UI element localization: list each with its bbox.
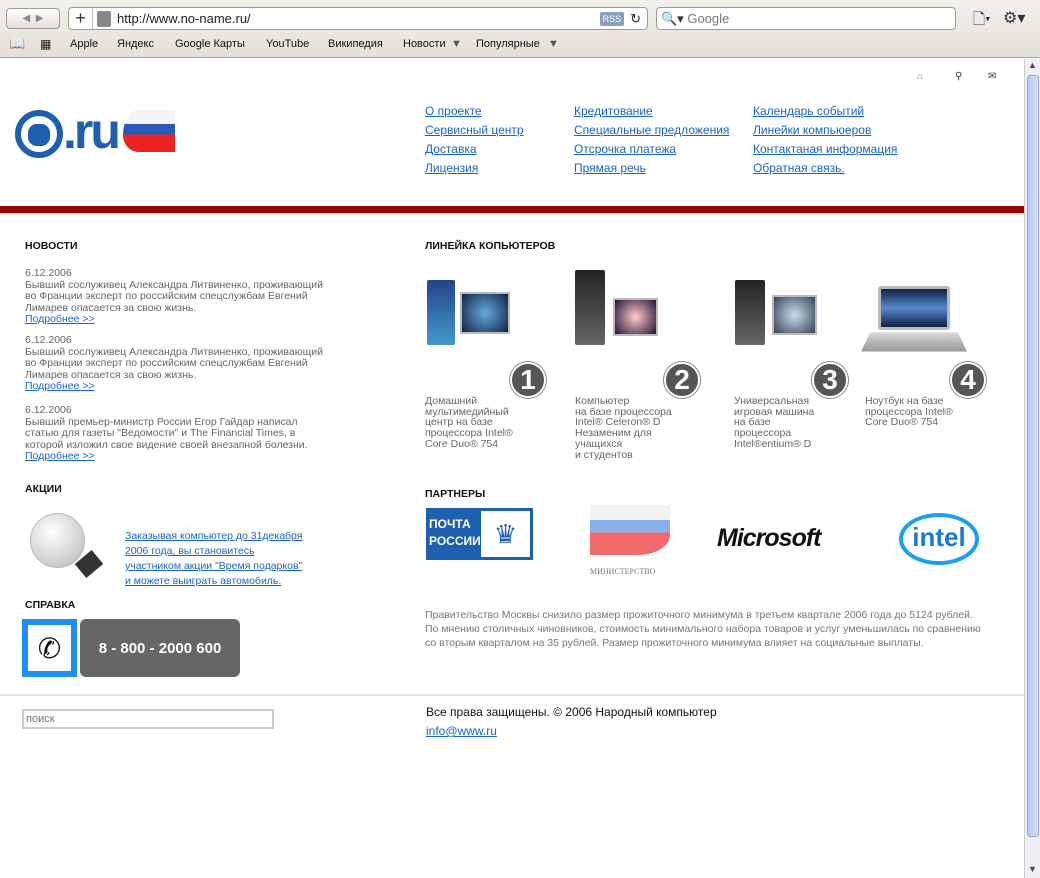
product-description: Ноутбук на базе процессора Intel® Core Duo…: [865, 395, 953, 429]
more-link[interactable]: Подробнее >>: [25, 313, 95, 325]
vertical-scrollbar[interactable]: ▲ ▼: [1024, 59, 1040, 878]
product-description: Компьютер на базе процессора Intel® Celero…: [575, 395, 672, 461]
product-number-badge: 2: [664, 362, 700, 398]
lightbulb-image: [30, 513, 85, 568]
chevron-down-icon: ▼: [451, 38, 462, 50]
nav-link[interactable]: Специальные предложения: [574, 123, 729, 137]
product-number-badge: 3: [812, 362, 848, 398]
scrollbar-thumb[interactable]: [1027, 75, 1039, 837]
nav-link[interactable]: Календарь событий: [753, 104, 864, 118]
nav-link[interactable]: Прямая речь: [574, 161, 646, 175]
nav-link[interactable]: Линейки компьюеров: [753, 123, 871, 137]
bookmark-wikipedia[interactable]: Википедия: [328, 38, 383, 50]
site-logo[interactable]: .ru: [15, 103, 175, 159]
add-bookmark-icon[interactable]: +: [69, 8, 93, 29]
phone-number: 8 - 800 - 2000 600: [80, 619, 240, 677]
product-description: Домашний мультимедийный центр на базе проце…: [425, 395, 513, 450]
product-number-badge: 4: [950, 362, 986, 398]
emblem-icon: [15, 110, 63, 158]
nav-link[interactable]: Сервисный центр: [425, 123, 524, 137]
nav-column-3: Календарь событий Линейки компьюеров Конта…: [753, 102, 897, 178]
nav-link[interactable]: Контактаная информация: [753, 142, 897, 156]
promo-text[interactable]: Заказывая компьютер до 31декабря 2006 го…: [125, 529, 310, 589]
grid-icon[interactable]: ▦: [40, 37, 51, 51]
mail-icon[interactable]: ✉: [988, 71, 996, 82]
partner-intel-logo[interactable]: intel: [899, 513, 979, 565]
search-icon[interactable]: ⚲: [955, 71, 962, 82]
chevron-down-icon: ▼: [548, 38, 559, 50]
news-item: 6.12.2006 Бывший премьер-министр России Е…: [25, 404, 308, 462]
flag-icon: [123, 110, 175, 152]
bookmark-news[interactable]: Новости: [403, 38, 446, 50]
laptop-image: [878, 286, 950, 330]
computer-image: [735, 280, 765, 345]
bookmark-yandex[interactable]: Яндекс: [117, 38, 154, 50]
reload-icon[interactable]: ↻: [630, 11, 641, 27]
bookmark-apple[interactable]: Apple: [70, 38, 98, 50]
partner-pochta-logo[interactable]: ПОЧТА РОССИИ ♛: [426, 508, 533, 560]
phone-icon: ✆: [22, 619, 77, 677]
nav-column-1: О проекте Сервисный центр Доставка Лицензия: [425, 102, 524, 178]
back-forward-buttons[interactable]: ◀ ▶: [6, 8, 60, 29]
page-menu-icon[interactable]: 🗋▾: [973, 9, 991, 34]
monitor: [613, 298, 658, 336]
search-input[interactable]: [22, 709, 274, 729]
more-link[interactable]: Подробнее >>: [25, 380, 95, 392]
monitor: [772, 295, 817, 335]
nav-column-2: Кредитование Специальные предложения Отсро…: [574, 102, 729, 178]
nav-link[interactable]: Кредитование: [574, 104, 653, 118]
bookmark-popular[interactable]: Популярные: [476, 38, 540, 50]
more-link[interactable]: Подробнее >>: [25, 450, 95, 462]
nav-link[interactable]: Обратная связь.: [753, 161, 845, 175]
search-field[interactable]: 🔍▾ Google: [656, 7, 956, 30]
bookmark-google-maps[interactable]: Google Карты: [175, 38, 245, 50]
nav-link[interactable]: Лицензия: [425, 161, 478, 175]
products-heading: ЛИНЕЙКА КОПЬЮТЕРОВ: [425, 240, 556, 252]
home-icon[interactable]: ⌂: [917, 71, 923, 82]
news-item: 6.12.2006 Бывший сослуживец Александра Ли…: [25, 267, 323, 325]
scroll-down-icon[interactable]: ▼: [1028, 864, 1037, 874]
promo-heading: АКЦИИ: [25, 483, 62, 495]
monitor: [460, 292, 510, 334]
site-icon: [97, 10, 111, 27]
product-description: Универсальная игровая машина на базе процес…: [734, 395, 815, 450]
product-number-badge: 1: [510, 362, 546, 398]
eagle-icon: ♛: [481, 511, 530, 557]
partner-microsoft-logo[interactable]: Microsoft: [717, 524, 821, 553]
bookmark-youtube[interactable]: YouTube: [266, 38, 309, 50]
url-text[interactable]: http://www.no-name.ru/: [117, 11, 600, 26]
help-heading: СПРАВКА: [25, 599, 76, 611]
article-text: Правительство Москвы снизило размер прож…: [425, 609, 981, 649]
computer-image: [575, 270, 605, 345]
search-icon: 🔍▾: [661, 10, 684, 26]
partner-ministry-logo[interactable]: МИНИСТЕРСТВО: [590, 505, 670, 585]
scroll-up-icon[interactable]: ▲: [1028, 60, 1037, 70]
email-link[interactable]: info@www.ru: [426, 724, 497, 738]
divider: [0, 694, 1024, 696]
accent-bar: [0, 206, 1024, 213]
address-bar[interactable]: + http://www.no-name.ru/ RSS ↻: [68, 7, 648, 30]
copyright: Все права защищены. © 2006 Народный комп…: [426, 705, 717, 719]
browser-toolbar: ◀ ▶ + http://www.no-name.ru/ RSS ↻ 🔍▾ Go…: [0, 0, 1040, 58]
partners-heading: ПАРТНЕРЫ: [425, 488, 486, 500]
nav-link[interactable]: Доставка: [425, 142, 477, 156]
news-item: 6.12.2006 Бывший сослуживец Александра Ли…: [25, 334, 323, 392]
gear-icon[interactable]: ⚙▾: [1003, 8, 1025, 28]
divider: [0, 213, 1024, 215]
nav-link[interactable]: О проекте: [425, 104, 482, 118]
computer-image: [427, 280, 455, 345]
laptop-base: [861, 332, 967, 352]
rss-button[interactable]: RSS: [599, 11, 625, 26]
news-heading: НОВОСТИ: [25, 240, 78, 252]
bookmarks-icon[interactable]: 📖: [9, 36, 25, 52]
nav-link[interactable]: Отсрочка платежа: [574, 142, 676, 156]
